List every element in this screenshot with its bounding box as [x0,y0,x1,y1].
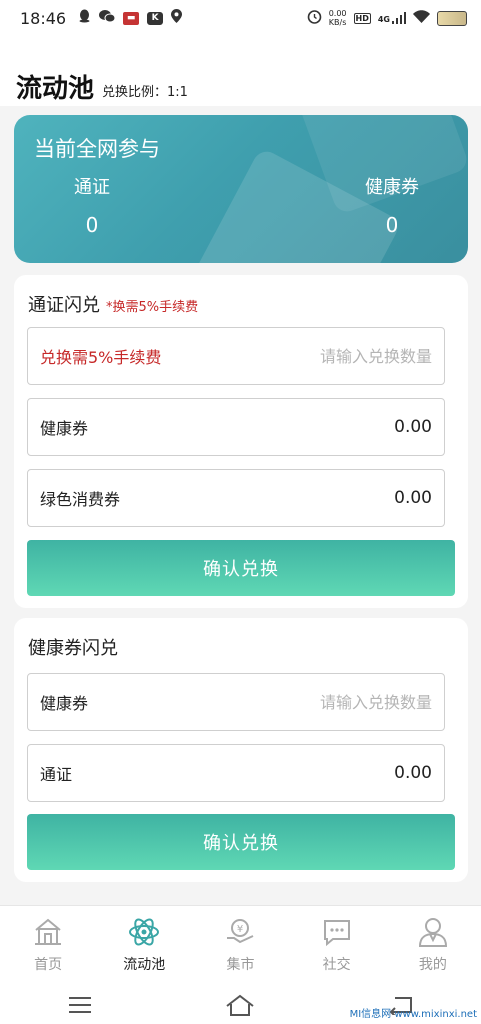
nav-item-profile[interactable]: 我的 [393,916,473,974]
k-app-icon: K [147,11,164,25]
net-speed-unit: KB/s [328,18,347,27]
hd-badge: HD [353,12,371,24]
card-header: 通证闪兑 *换需5%手续费 [28,291,198,317]
banner-stat-value: 0 [385,213,399,237]
svg-text:¥: ¥ [237,924,243,935]
banner-title: 当前全网参与 [34,137,160,161]
card-title: 通证闪兑 [28,295,100,316]
field-value: 0.00 [394,417,432,437]
token-flash-exchange-card: 通证闪兑 *换需5%手续费 兑换需5%手续费 健康券 0.00 绿色消费券 0.… [14,275,468,608]
nav-item-market[interactable]: ¥ 集市 [200,916,280,974]
home-button[interactable] [220,990,260,1020]
profile-icon [418,918,447,947]
home-icon [35,918,62,945]
fee-note: *换需5%手续费 [106,300,199,315]
nav-label: 流动池 [123,957,166,973]
market-icon: ¥ [227,919,254,944]
confirm-exchange-button[interactable]: 确认兑换 [27,814,455,870]
banner-stat-token: 通证 0 [32,173,152,237]
chat-icon [323,920,350,947]
battery-icon [437,10,467,26]
bottom-nav: 首页 流动池 ¥ 集市 社交 我的 [0,905,481,985]
nav-label: 社交 [322,957,351,973]
participation-banner: 当前全网参与 通证 0 健康券 0 [14,115,468,263]
page-header: 流动池 兑换比例：1:1 [0,36,481,106]
card-title: 健康券闪兑 [28,638,118,659]
exchange-amount-input[interactable] [232,346,432,366]
nav-item-liquidity-pool[interactable]: 流动池 [104,916,184,974]
token-row: 通证 0.00 [27,744,445,802]
health-voucher-flash-exchange-card: 健康券闪兑 健康券 通证 0.00 确认兑换 [14,618,468,882]
field-value: 0.00 [394,488,432,508]
field-label: 健康券 [40,419,89,438]
system-home-icon [226,994,255,1016]
exchange-amount-field[interactable]: 健康券 [27,673,445,731]
wechat-icon [99,9,116,27]
field-label: 绿色消费券 [40,490,121,509]
nav-item-social[interactable]: 社交 [297,916,377,974]
status-bar: 18:46 ▬ K 0.00 KB/s HD 4G [0,0,481,36]
field-label: 健康券 [40,694,89,713]
app-notification-icon: ▬ [123,11,140,25]
status-time: 18:46 [20,8,67,28]
green-consumption-voucher-row: 绿色消费券 0.00 [27,469,445,527]
exchange-amount-field[interactable]: 兑换需5%手续费 [27,327,445,385]
location-icon [171,9,183,27]
alarm-icon [307,9,322,27]
nav-item-home[interactable]: 首页 [8,916,88,974]
wifi-icon [413,10,430,26]
banner-stat-label: 通证 [74,177,110,198]
banner-stat-health-voucher: 健康券 0 [332,173,452,237]
network-type: 4G [377,15,390,24]
atom-icon [129,918,160,946]
status-right: 0.00 KB/s HD 4G [307,9,467,27]
card-header: 健康券闪兑 [28,634,118,660]
banner-stat-label: 健康券 [365,177,419,198]
exchange-ratio: 兑换比例：1:1 [102,85,188,100]
net-speed-value: 0.00 [328,9,347,18]
field-label: 兑换需5%手续费 [40,348,162,367]
qq-icon [78,9,91,27]
net-speed: 0.00 KB/s [329,9,347,27]
page-title: 流动池 [16,74,95,104]
menu-button[interactable] [60,990,100,1020]
system-navigation-bar: MI信息网 www.mixinxi.net [0,985,481,1024]
banner-stat-value: 0 [85,213,99,237]
menu-icon [69,996,92,1013]
nav-label: 首页 [34,957,63,973]
confirm-exchange-button[interactable]: 确认兑换 [27,540,455,596]
health-voucher-row: 健康券 0.00 [27,398,445,456]
field-value: 0.00 [394,763,432,783]
nav-label: 我的 [418,957,447,973]
signal-icon: 4G [378,12,406,24]
field-label: 通证 [40,765,73,784]
exchange-amount-input[interactable] [232,692,432,712]
watermark-text: MI信息网 www.mixinxi.net [349,1009,477,1020]
status-left: 18:46 ▬ K [20,8,183,28]
nav-label: 集市 [226,957,255,973]
